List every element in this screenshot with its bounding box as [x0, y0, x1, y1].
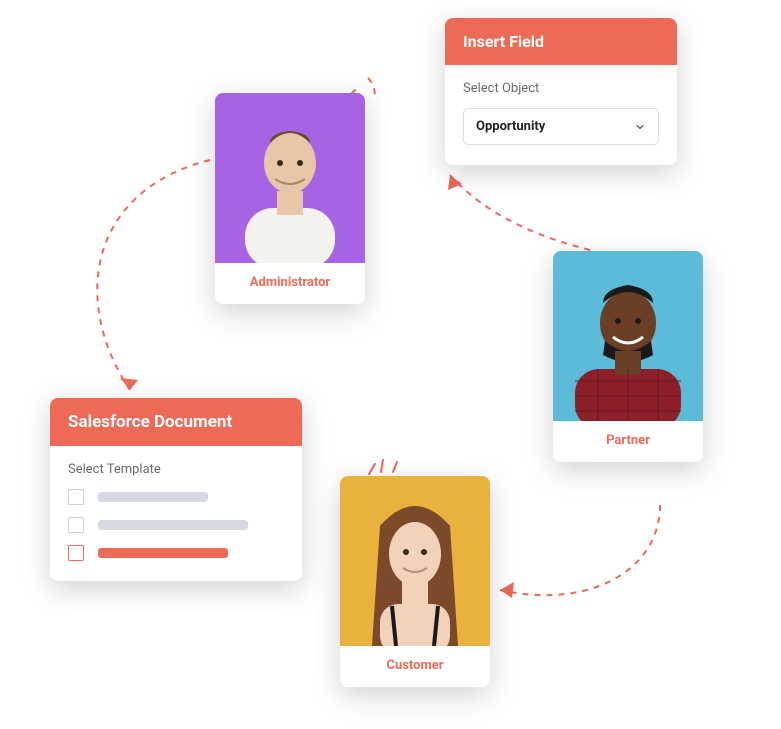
avatar	[340, 476, 490, 646]
checkbox-icon	[68, 489, 84, 505]
insert-field-panel: Insert Field Select Object Opportunity	[445, 18, 677, 165]
checkbox-icon	[68, 545, 84, 561]
template-option-selected[interactable]	[68, 545, 284, 561]
persona-label: Customer	[340, 646, 490, 687]
template-option[interactable]	[68, 489, 284, 505]
placeholder-bar	[98, 492, 208, 502]
persona-customer: Customer	[340, 476, 490, 687]
persona-label: Partner	[553, 421, 703, 462]
select-object-label: Select Object	[463, 81, 659, 96]
template-option[interactable]	[68, 517, 284, 533]
object-select[interactable]: Opportunity	[463, 108, 659, 145]
object-select-value: Opportunity	[476, 119, 545, 134]
avatar	[215, 93, 365, 263]
panel-title: Salesforce Document	[50, 398, 302, 446]
checkbox-icon	[68, 517, 84, 533]
select-template-label: Select Template	[68, 462, 284, 477]
panel-title: Insert Field	[445, 18, 677, 65]
persona-administrator: Administrator	[215, 93, 365, 304]
persona-label: Administrator	[215, 263, 365, 304]
placeholder-bar	[98, 520, 248, 530]
salesforce-document-panel: Salesforce Document Select Template	[50, 398, 302, 581]
placeholder-bar	[98, 548, 228, 558]
persona-partner: Partner	[553, 251, 703, 462]
avatar	[553, 251, 703, 421]
chevron-down-icon	[634, 121, 646, 133]
